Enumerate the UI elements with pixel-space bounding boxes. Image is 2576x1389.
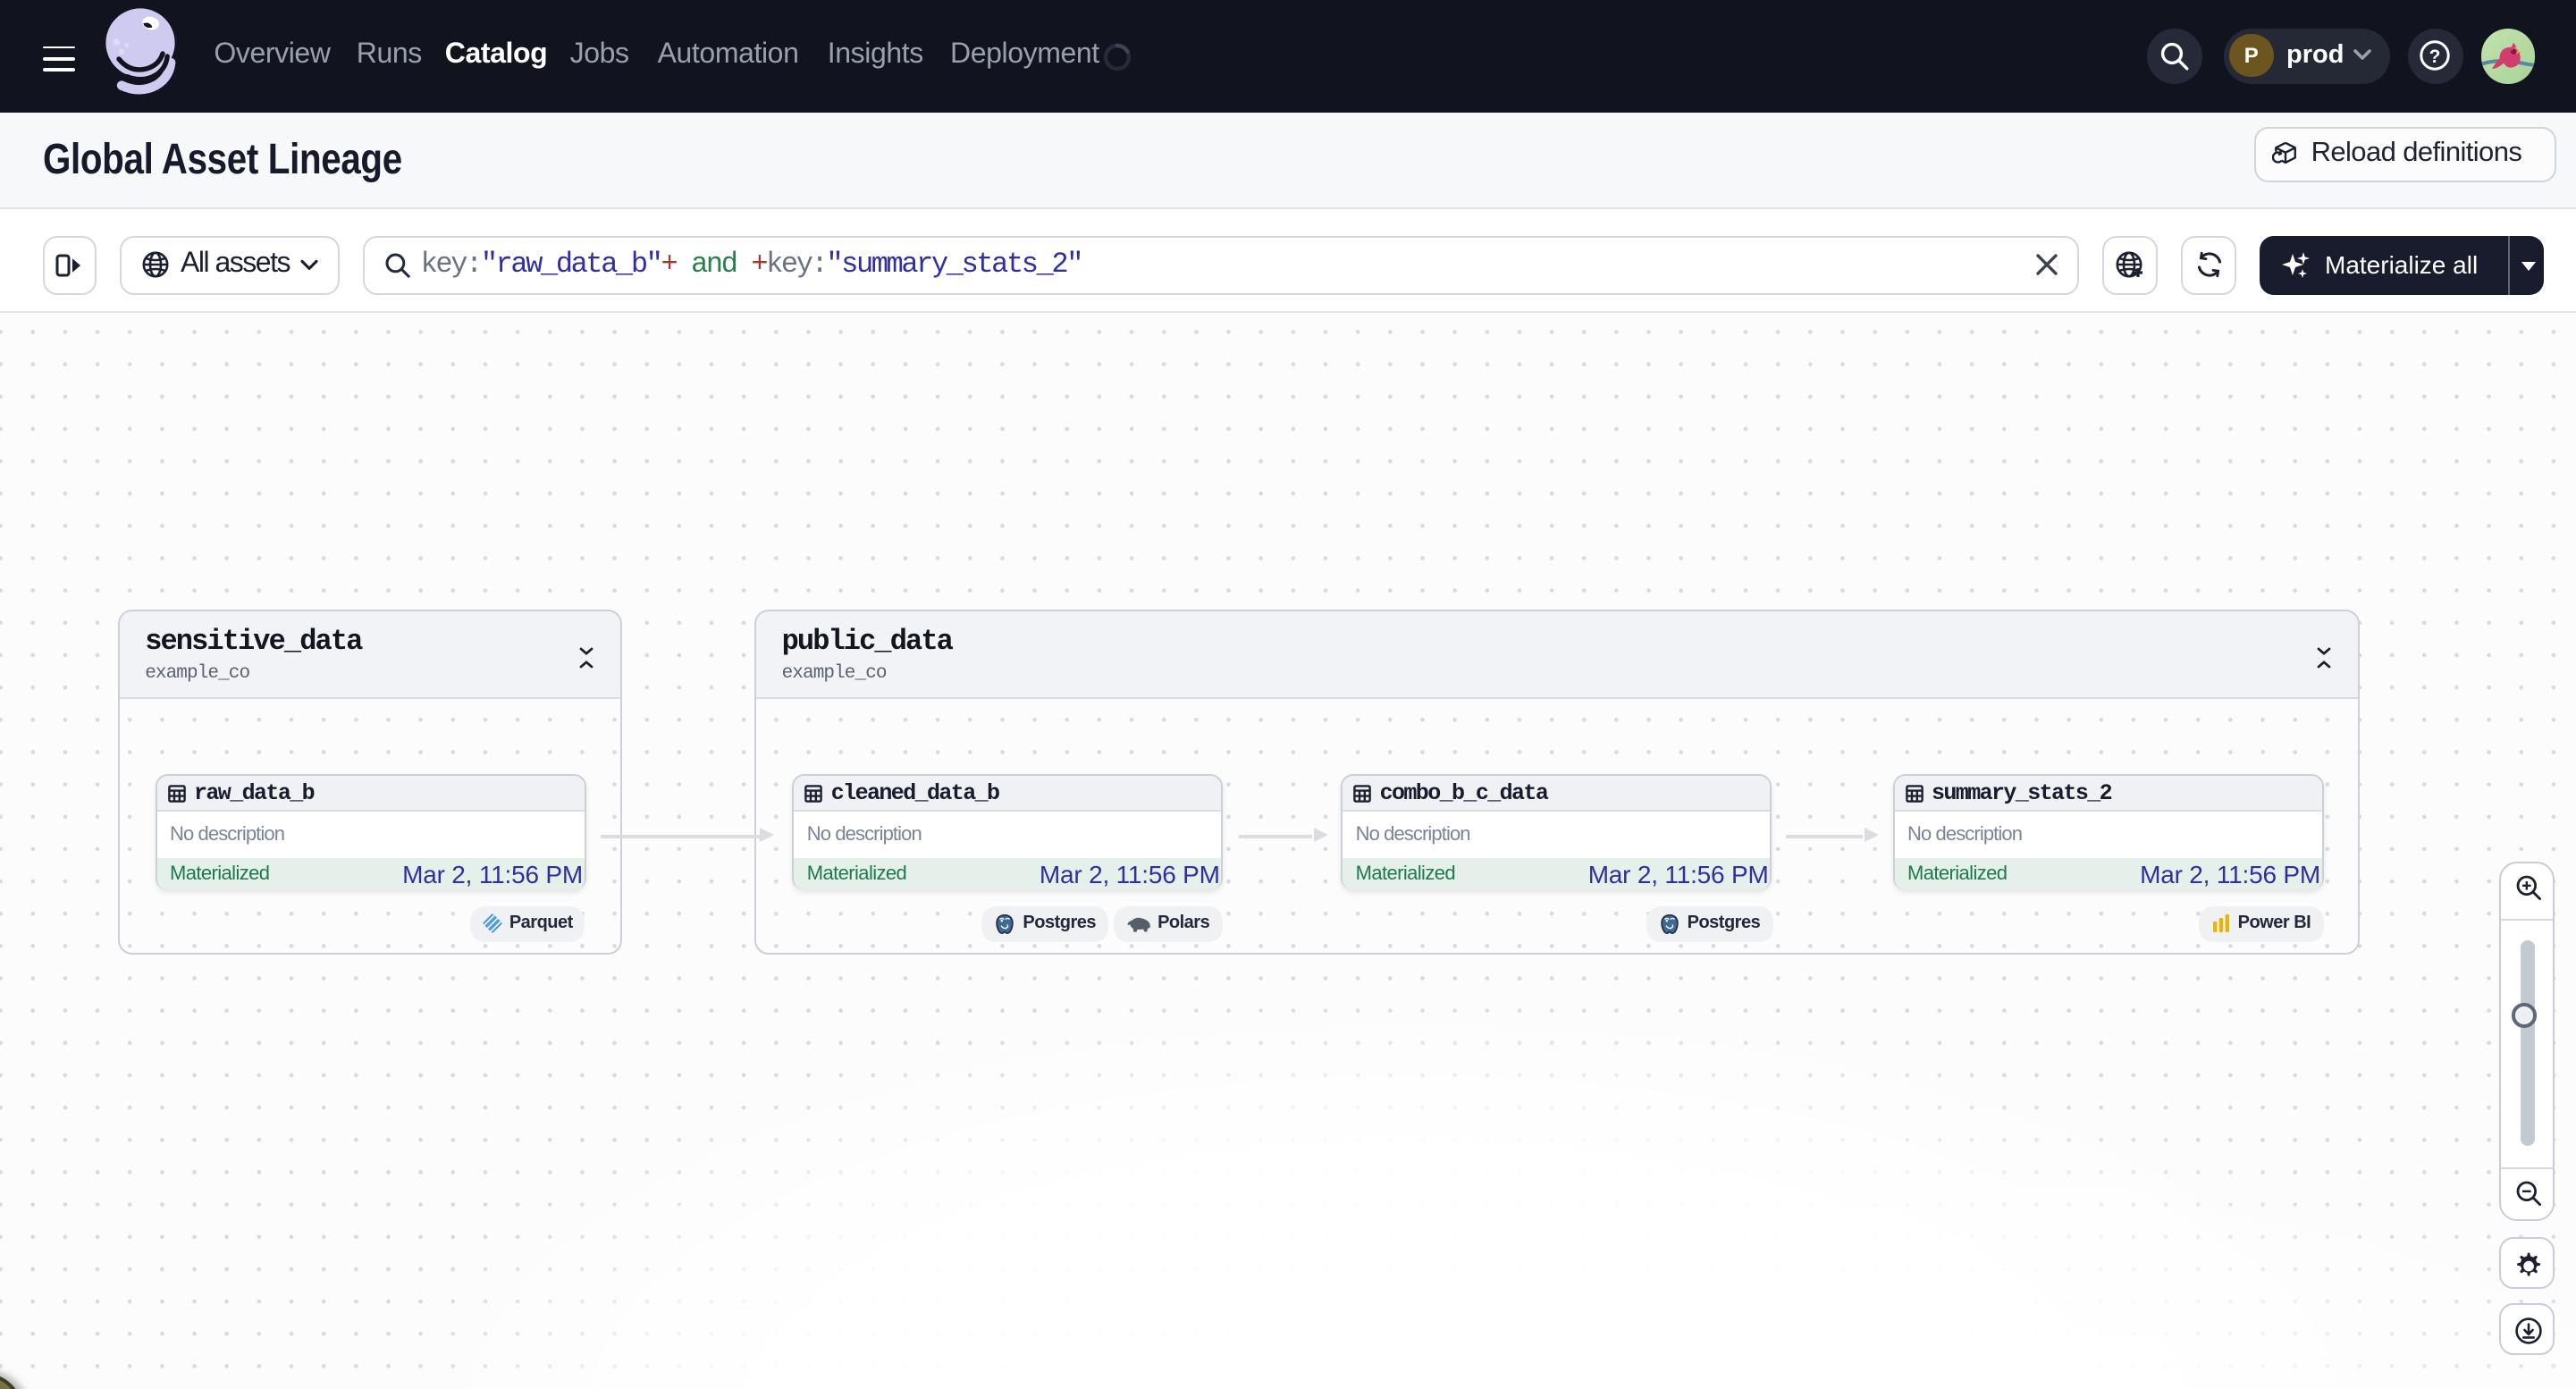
- svg-text:?: ?: [2429, 46, 2441, 67]
